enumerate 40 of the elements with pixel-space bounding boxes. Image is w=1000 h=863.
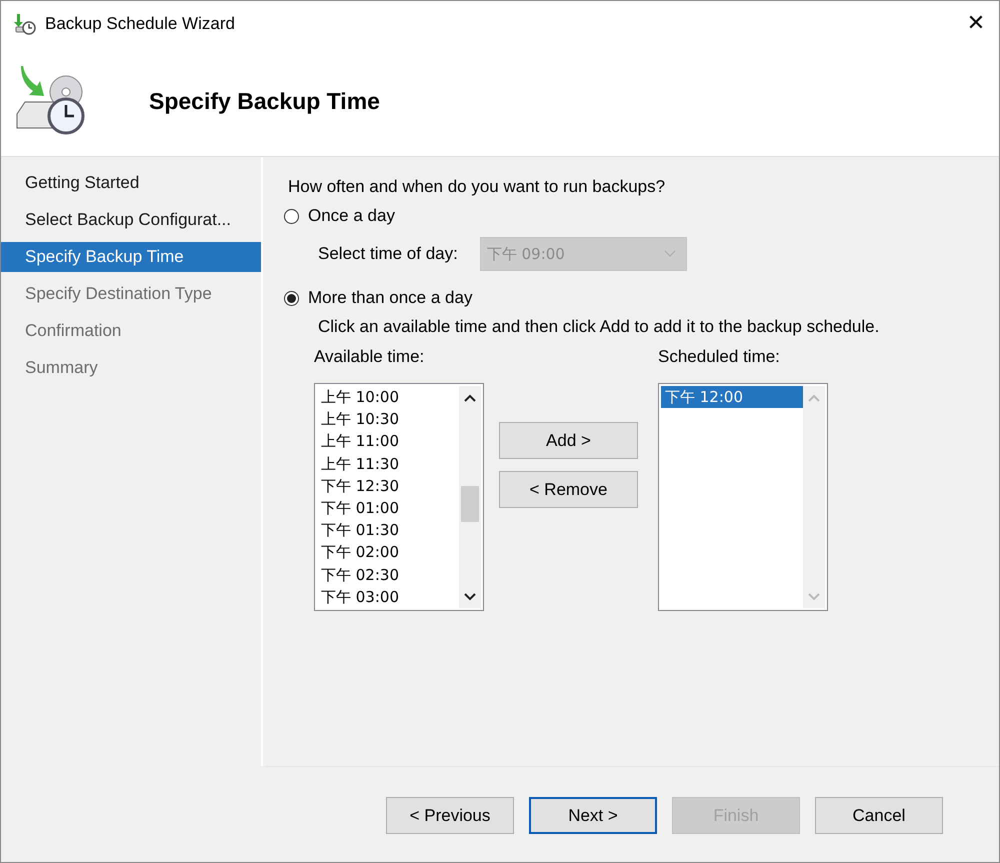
wizard-step[interactable]: Specify Backup Time [1,242,261,272]
wizard-button[interactable]: < Previous [386,797,514,834]
page-heading: Specify Backup Time [149,88,380,114]
time-list-item[interactable]: 下午 03:00 [317,586,459,608]
chevron-down-icon [664,250,676,258]
time-list-item[interactable]: 上午 10:30 [317,408,459,430]
backup-clock-icon [13,12,37,36]
wizard-step[interactable]: Getting Started [1,168,261,198]
time-list-item[interactable]: 下午 02:30 [317,564,459,586]
list-label: Available time: [314,347,426,368]
time-list-item[interactable]: 上午 10:00 [317,386,459,408]
time-list-item[interactable]: 上午 11:30 [317,452,459,475]
wizard-button[interactable]: Cancel [815,797,943,834]
time-list-item[interactable]: 下午 01:30 [317,519,459,542]
radio-label[interactable]: Once a day [308,206,395,226]
radio-button[interactable] [284,290,299,306]
wizard-step[interactable]: Specify Destination Type [1,279,261,309]
wizard-button[interactable]: Next > [529,797,657,834]
time-list-item[interactable]: 下午 12:30 [317,474,459,497]
transfer-button[interactable]: < Remove [499,471,638,508]
window-title: Backup Schedule Wizard [45,14,236,34]
radio-button[interactable] [284,208,299,224]
question-text: How often and when do you want to run backups? [288,177,666,198]
close-button[interactable]: ✕ [953,1,999,46]
field-label: Select time of day: [318,244,458,264]
radio-label[interactable]: More than once a day [308,288,472,308]
time-list-item[interactable]: 下午 01:00 [317,496,459,520]
time-listbox[interactable]: 上午 10:00 上午 10:30 上午 11:00 上午 11:30 下午 12:30 下午 01:00 下午 01:30 下午 02:00 下午 02:30 下午 03:00 [314,383,484,611]
transfer-button[interactable]: Add > [499,422,638,459]
list-label: Scheduled time: [658,347,781,368]
wizard-step[interactable]: Select Backup Configurat... [1,205,261,235]
instruction-text: Click an available time and then click Add to add it to the backup schedule. [318,317,880,337]
scrollbar[interactable] [459,386,481,608]
time-list-item[interactable]: 下午 02:00 [317,541,459,564]
time-list-item[interactable]: 上午 11:00 [317,430,459,453]
scrollbar[interactable] [803,386,825,608]
wizard-step[interactable]: Summary [1,353,261,383]
wizard-step[interactable]: Confirmation [1,316,261,346]
time-list-item[interactable]: 下午 12:00 [661,386,803,408]
time-listbox[interactable]: 下午 12:00 [658,383,828,611]
